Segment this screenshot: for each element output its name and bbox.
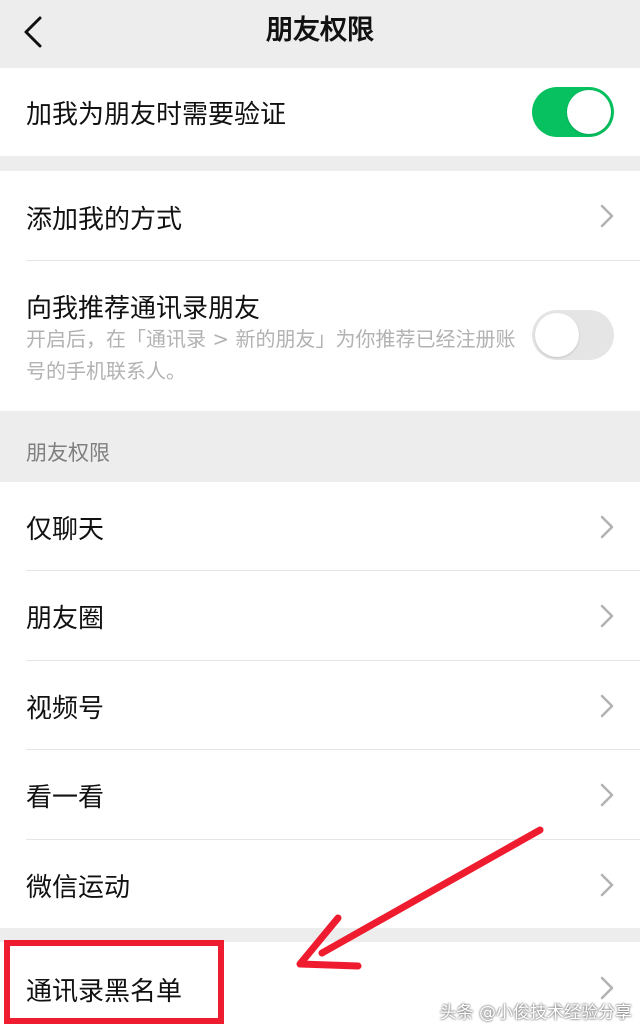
toggle-knob: [535, 313, 579, 357]
page-title: 朋友权限: [266, 15, 374, 46]
chevron-right-icon: [600, 694, 614, 718]
chevron-right-icon: [600, 976, 614, 1000]
permission-row[interactable]: 视频号: [0, 661, 640, 751]
add-methods-group: 添加我的方式 向我推荐通讯录朋友 开启后，在「通讯录 > 新的朋友」为你推荐已经…: [0, 171, 640, 411]
verify-row: 加我为朋友时需要验证: [0, 68, 640, 156]
chevron-right-icon: [600, 783, 614, 807]
annotation-highlight-box: [4, 940, 224, 1024]
recommend-contacts-toggle[interactable]: [532, 310, 614, 360]
verify-label: 加我为朋友时需要验证: [26, 100, 287, 130]
section-header: 朋友权限: [26, 441, 110, 465]
chevron-right-icon: [600, 873, 614, 896]
verify-toggle[interactable]: [532, 87, 614, 137]
permission-label: 视频号: [26, 693, 105, 724]
chevron-right-icon: [600, 515, 614, 539]
watermark: 头条 @小俊技术经验分享: [439, 1003, 632, 1023]
chevron-right-icon: [600, 204, 614, 228]
toggle-knob: [567, 90, 611, 134]
permission-label: 仅聊天: [26, 515, 105, 545]
verify-group: 加我为朋友时需要验证: [0, 68, 640, 156]
permission-label: 朋友圈: [26, 604, 105, 635]
permission-label: 看一看: [26, 783, 105, 814]
permission-row[interactable]: 微信运动: [0, 840, 640, 929]
permission-row[interactable]: 看一看: [0, 750, 640, 840]
chevron-right-icon: [600, 605, 614, 628]
recommend-contacts-row: 向我推荐通讯录朋友 开启后，在「通讯录 > 新的朋友」为你推荐已经注册账号的手机…: [0, 261, 640, 411]
permission-row[interactable]: 仅聊天: [0, 482, 640, 572]
permission-row[interactable]: 朋友圈: [0, 571, 640, 661]
add-methods-row[interactable]: 添加我的方式: [0, 171, 640, 261]
navigation-bar: 朋友权限: [0, 0, 640, 66]
add-methods-label: 添加我的方式: [26, 205, 183, 235]
permissions-group: 仅聊天朋友圈视频号看一看微信运动: [0, 482, 640, 928]
recommend-contacts-description: 开启后，在「通讯录 > 新的朋友」为你推荐已经注册账号的手机联系人。: [26, 327, 516, 383]
recommend-contacts-label: 向我推荐通讯录朋友: [26, 294, 261, 324]
permission-label: 微信运动: [26, 872, 131, 903]
